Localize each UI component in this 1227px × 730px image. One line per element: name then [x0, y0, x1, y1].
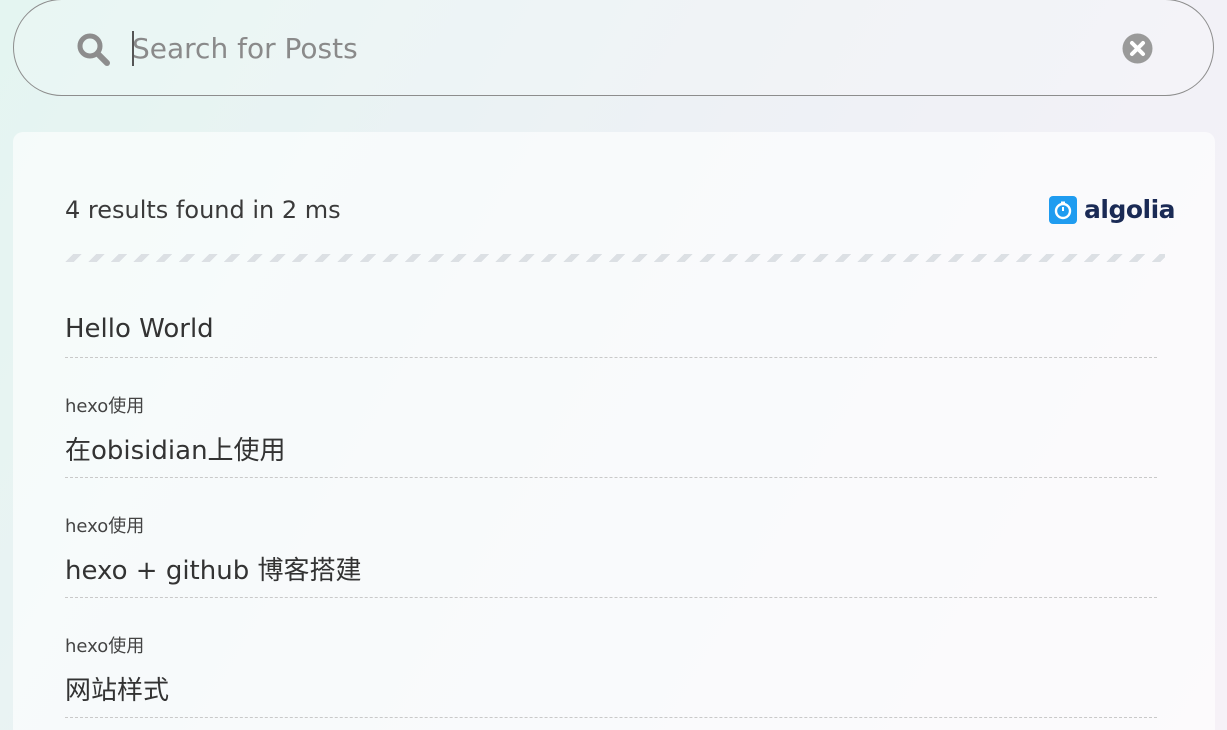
result-title[interactable]: Hello World [65, 314, 214, 344]
search-bar[interactable] [13, 0, 1214, 96]
search-icon [77, 33, 110, 66]
results-stats: 4 results found in 2 ms [65, 196, 341, 224]
result-category: hexo使用 [65, 636, 145, 657]
result-category: hexo使用 [65, 396, 145, 417]
close-circle-icon[interactable] [1122, 33, 1153, 64]
algolia-logo[interactable]: algolia [1049, 195, 1176, 224]
result-item[interactable]: hexo使用 hexo + github 博客搭建 [65, 478, 1157, 598]
results-divider [65, 254, 1165, 262]
result-title[interactable]: hexo + github 博客搭建 [65, 550, 361, 587]
algolia-logo-icon [1049, 196, 1077, 224]
algolia-wordmark: algolia [1084, 195, 1176, 224]
result-category: hexo使用 [65, 516, 145, 537]
result-list: Hello World hexo使用 在obisidian上使用 hexo使用 … [65, 300, 1157, 718]
result-item[interactable]: hexo使用 网站样式 [65, 598, 1157, 718]
search-input[interactable] [132, 26, 1092, 70]
result-title[interactable]: 网站样式 [65, 670, 169, 707]
result-title[interactable]: 在obisidian上使用 [65, 430, 286, 467]
result-item[interactable]: hexo使用 在obisidian上使用 [65, 358, 1157, 478]
result-item[interactable]: Hello World [65, 300, 1157, 358]
text-caret [132, 31, 134, 66]
search-results-panel: 4 results found in 2 ms algolia Hello Wo… [13, 132, 1215, 730]
